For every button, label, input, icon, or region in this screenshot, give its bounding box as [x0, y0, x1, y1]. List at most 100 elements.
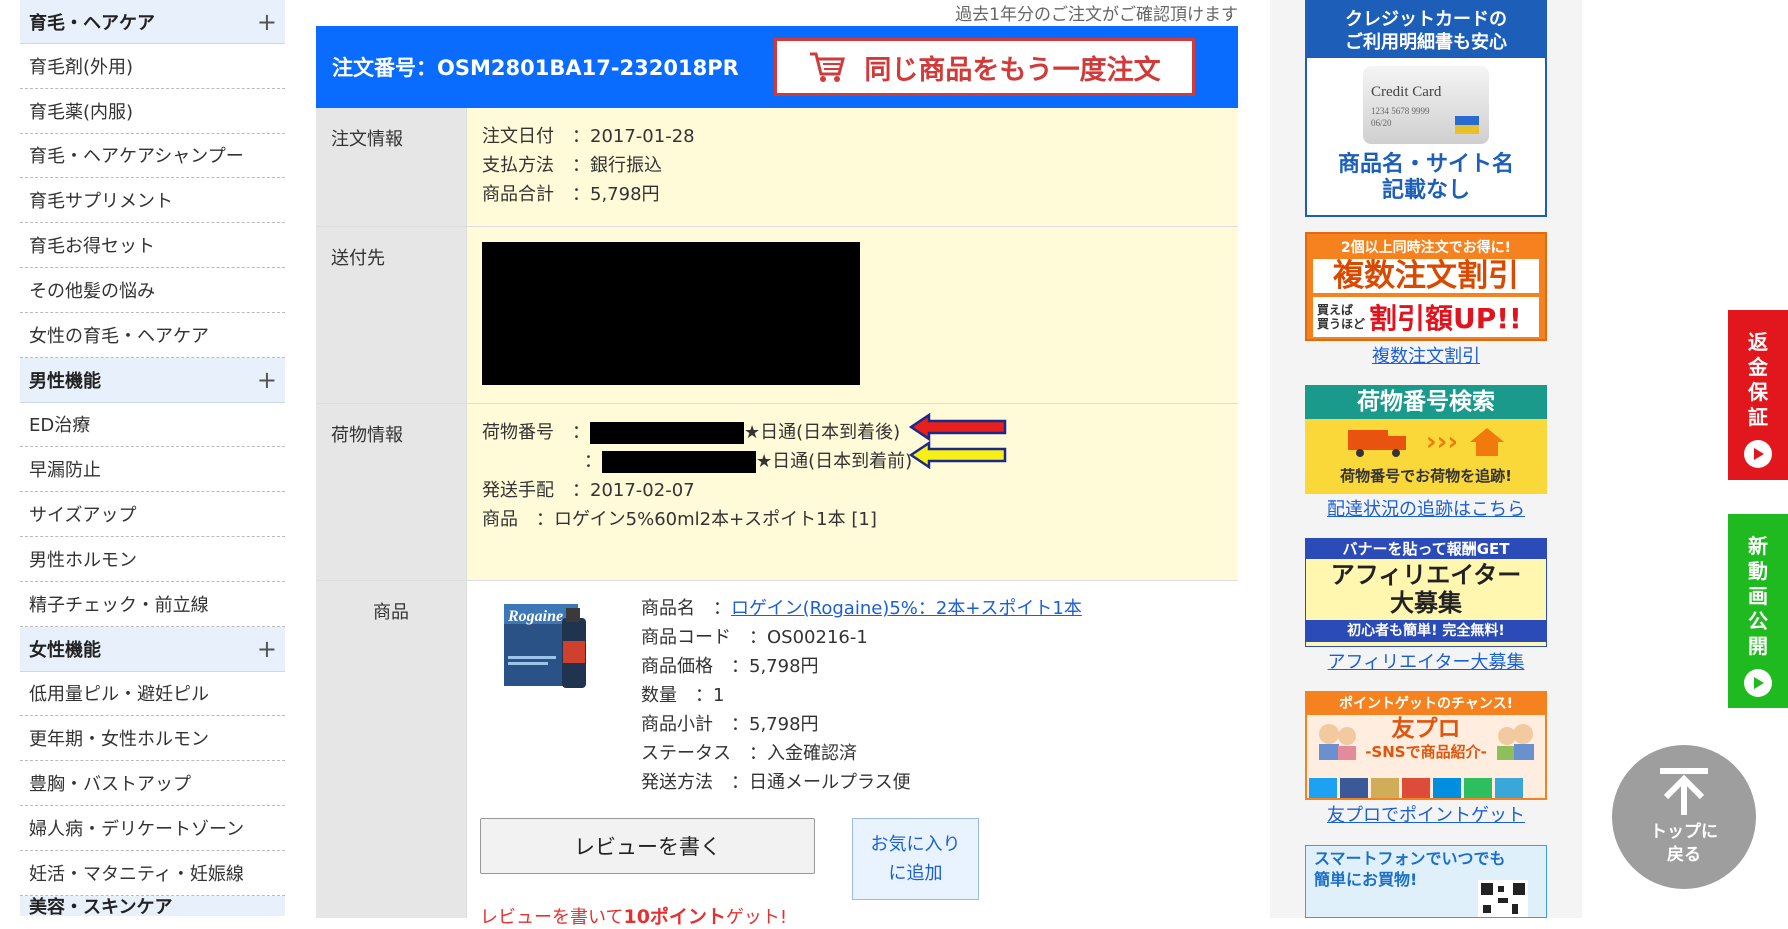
write-review-button[interactable]: レビューを書く [480, 818, 815, 874]
twitter-icon [1309, 778, 1337, 798]
sidebar-item[interactable]: 早漏防止 [20, 447, 285, 493]
order-info-values: 注文日付 ：2017-01-28 支払方法 ：銀行振込 商品合計 ：5,798円 [467, 108, 1238, 226]
order-number: 注文番号：OSM2801BA17-232018PR [332, 56, 739, 80]
gplus-icon [1402, 778, 1430, 798]
expand-plus-icon[interactable]: + [257, 635, 277, 663]
new-video-tab[interactable]: 新 動 画 公 開 [1728, 514, 1788, 708]
product-qty: 数量 ：1 [641, 685, 725, 706]
multi-small-1: 買えば [1317, 303, 1354, 317]
truck-icon [1347, 430, 1406, 457]
credit-banner-footer: 商品名・サイト名 記載なし [1307, 152, 1545, 204]
arrow-up-icon [1660, 768, 1708, 815]
back-to-top-button[interactable]: トップに 戻る [1612, 745, 1756, 889]
video-char: 動 [1748, 559, 1768, 583]
affiliate-top: バナーを貼って報酬GET [1306, 539, 1546, 559]
sidebar-item[interactable]: 育毛薬(内服) [20, 88, 285, 134]
product-name-link[interactable]: ロゲイン(Rogaine)5%：2本+スポイト1本 [731, 598, 1082, 619]
credit-card-image: Credit Card 1234 5678 9999 06/20 [1363, 66, 1489, 144]
multi-small-2: 買うほど [1317, 317, 1366, 331]
sidebar-item[interactable]: 婦人病・デリケートゾーン [20, 805, 285, 851]
product-info: 商品名 ：ロゲイン(Rogaine)5%：2本+スポイト1本 商品コード ：OS… [641, 594, 1082, 797]
affiliate-link[interactable]: アフィリエイター大募集 [1305, 648, 1547, 674]
tomopro-sub: -SNSで商品紹介- [1365, 743, 1487, 761]
sidebar-item[interactable]: 精子チェック・前立線 [20, 581, 285, 627]
product-label: 商品 [316, 581, 467, 918]
qr-code-icon [1478, 880, 1528, 917]
history-notice: 過去1年分のご注文がご確認頂けます [955, 5, 1238, 25]
tracking-banner[interactable]: 荷物番号検索 ››› 荷物番号でお荷物を追跡! [1305, 385, 1547, 494]
category-header-beauty[interactable]: 美容・スキンケア [20, 895, 285, 916]
back-to-top-label: トップに 戻る [1650, 821, 1718, 867]
sidebar-item[interactable]: サイズアップ [20, 492, 285, 537]
package-row: 荷物情報 荷物番号 ： ★日通(日本到着後) ： ★日通(日本到着前) 発送手配… [316, 404, 1238, 581]
video-char: 画 [1748, 584, 1768, 608]
product-subtotal: 商品小計 ：5,798円 [641, 714, 819, 735]
evernote-icon [1464, 778, 1492, 798]
package-item: 商品 ：ロゲイン5%60ml2本+スポイト1本 [1] [482, 509, 877, 530]
sidebar-item[interactable]: その他髪の悩み [20, 267, 285, 313]
sns-icons [1309, 778, 1523, 798]
tomopro-big: 友プロ [1391, 716, 1461, 742]
tracking-link[interactable]: 配達状況の追跡はこちら [1305, 495, 1547, 521]
product-name-label: 商品名 ： [641, 598, 731, 619]
sidebar-item[interactable]: 更年期・女性ホルモン [20, 716, 285, 762]
smartphone-line-1: スマートフォンでいつでも [1314, 849, 1506, 868]
expand-plus-icon[interactable]: + [257, 366, 277, 394]
multi-order-banner[interactable]: 2個以上同時注文でお得に! 複数注文割引 買えば 買うほど 割引額UP!! [1305, 232, 1547, 341]
tracking-label: 荷物番号 ： [482, 422, 590, 443]
sidebar-item[interactable]: 育毛・ヘアケアシャンプー [20, 133, 285, 179]
product-image[interactable]: Rogaine [500, 596, 596, 692]
affiliate-big-2: 大募集 [1390, 589, 1462, 617]
tracking-sub: 荷物番号でお荷物を追跡! [1340, 467, 1512, 485]
tomopro-banner[interactable]: ポイントゲットのチャンス! 友プロ -SNSで商品紹介- [1305, 691, 1547, 800]
people-icon [1319, 723, 1357, 760]
sidebar-item[interactable]: 妊活・マタニティ・妊娠線 [20, 850, 285, 896]
sidebar-item[interactable]: 育毛お得セット [20, 223, 285, 268]
credit-line-3: 商品名・サイト名 [1337, 152, 1514, 177]
reorder-button[interactable]: 同じ商品をもう一度注文 [774, 38, 1195, 96]
mixi-icon [1371, 778, 1399, 798]
category-header-hair[interactable]: 育毛・ヘアケア + [20, 0, 285, 44]
sidebar-item[interactable]: 育毛剤(外用) [20, 44, 285, 89]
product-code: 商品コード ：OS00216-1 [641, 627, 868, 648]
tracking-line-1: 荷物番号 ： ★日通(日本到着後) [482, 418, 1238, 447]
sidebar-item[interactable]: ED治療 [20, 402, 285, 448]
product-name-line: 商品名 ：ロゲイン(Rogaine)5%：2本+スポイト1本 [641, 594, 1082, 623]
sidebar-item[interactable]: 男性ホルモン [20, 536, 285, 582]
affiliate-bottom: 初心者も簡単! 完全無料! [1306, 620, 1546, 642]
sidebar-item[interactable]: 女性の育毛・ヘアケア [20, 312, 285, 358]
product-price: 商品価格 ：5,798円 [641, 656, 819, 677]
card-exp: 06/20 [1371, 118, 1392, 128]
category-header-female[interactable]: 女性機能 + [20, 626, 285, 672]
review-note-points: 10ポイント [623, 906, 726, 928]
payment-method: 支払方法 ：銀行振込 [482, 155, 662, 176]
multi-bottom: 買えば 買うほど 割引額UP!! [1313, 297, 1539, 337]
category-header-male[interactable]: 男性機能 + [20, 357, 285, 403]
category-title: 育毛・ヘアケア [29, 12, 155, 34]
home-icon [1495, 778, 1523, 798]
credit-banner[interactable]: クレジットカードの ご利用明細書も安心 Credit Card 1234 567… [1305, 0, 1547, 217]
to-top-line-2: 戻る [1667, 845, 1701, 865]
affiliate-banner[interactable]: バナーを貼って報酬GET アフィリエイター 大募集 初心者も簡単! 完全無料! [1305, 538, 1547, 647]
video-char: 開 [1748, 634, 1768, 658]
tomopro-top: ポイントゲットのチャンス! [1307, 693, 1545, 715]
shipping-label: 送付先 [316, 227, 467, 403]
smartphone-banner[interactable]: スマートフォンでいつでも 簡単にお買物! [1305, 845, 1547, 918]
house-icon [1470, 428, 1505, 456]
tomopro-middle: 友プロ -SNSで商品紹介- [1307, 717, 1545, 762]
product-status: ステータス ：入金確認済 [641, 743, 857, 764]
refund-guarantee-tab[interactable]: 返 金 保 証 [1728, 310, 1788, 480]
sidebar-item[interactable]: 低用量ピル・避妊ピル [20, 671, 285, 717]
add-favorite-button[interactable]: お気に入り に追加 [852, 818, 979, 900]
expand-plus-icon[interactable]: + [257, 8, 277, 36]
multi-order-link[interactable]: 複数注文割引 [1305, 342, 1547, 368]
shipping-method: 発送方法 ：日通メールプラス便 [641, 772, 911, 793]
multi-up: 割引額UP!! [1369, 302, 1522, 335]
credit-line-1: クレジットカードの [1345, 9, 1507, 30]
tomopro-link[interactable]: 友プロでポイントゲット [1305, 801, 1547, 827]
shipping-row: 送付先 [316, 227, 1238, 404]
package-values: 荷物番号 ： ★日通(日本到着後) ： ★日通(日本到着前) 発送手配 ：201… [467, 404, 1238, 580]
sidebar-item[interactable]: 育毛サプリメント [20, 178, 285, 224]
yellow-arrow-icon [909, 441, 1007, 469]
sidebar-item[interactable]: 豊胸・バストアップ [20, 761, 285, 806]
